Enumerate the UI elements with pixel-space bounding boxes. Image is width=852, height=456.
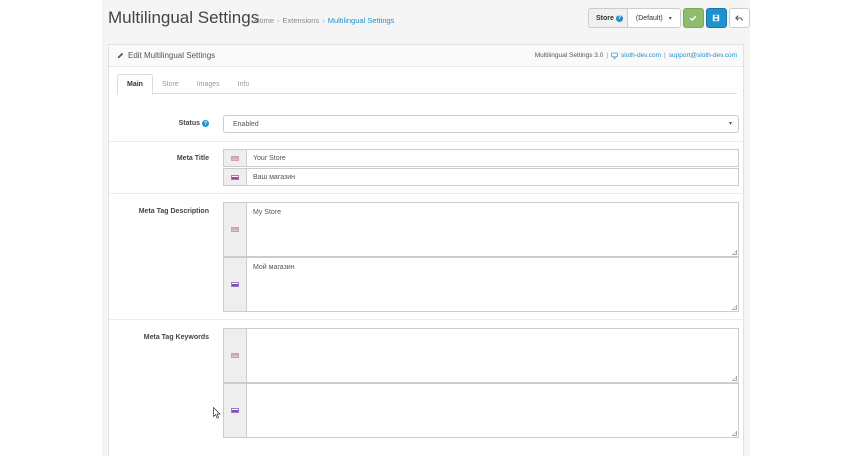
tab-images[interactable]: Images xyxy=(188,74,229,94)
meta-keywords-ru-group xyxy=(223,383,739,438)
flag-ru-addon xyxy=(223,168,246,186)
meta-description-row: Meta Tag Description My Store Мой магази… xyxy=(109,193,745,319)
panel-heading: Edit Multilingual Settings Multilingual … xyxy=(109,45,743,67)
status-select[interactable]: Enabled ▾ xyxy=(223,115,739,133)
site-link[interactable]: sloth-dev.com xyxy=(621,52,661,59)
store-label: Store ? xyxy=(589,9,628,27)
floppy-icon xyxy=(713,14,720,22)
pencil-icon xyxy=(117,52,124,59)
panel-title: Edit Multilingual Settings xyxy=(117,51,215,60)
version-text: Multilingual Settings 3.0 xyxy=(534,52,604,59)
tab-bar: Main Store Images Info xyxy=(117,74,737,95)
flag-en-addon xyxy=(223,202,246,257)
flag-ru-icon xyxy=(231,174,239,180)
help-icon[interactable]: ? xyxy=(202,120,209,127)
tab-info[interactable]: Info xyxy=(229,74,259,94)
panel-info: Multilingual Settings 3.0 | sloth-dev.co… xyxy=(535,52,737,59)
settings-panel: Edit Multilingual Settings Multilingual … xyxy=(108,44,745,456)
meta-title-en-input[interactable]: Your Store xyxy=(246,149,739,167)
meta-description-en-text: My Store xyxy=(253,209,282,216)
meta-keywords-row: Meta Tag Keywords xyxy=(109,319,745,456)
info-separator: | xyxy=(606,52,609,59)
meta-keywords-en-group xyxy=(223,328,739,383)
status-select-value: Enabled xyxy=(233,120,259,128)
meta-title-ru-input[interactable]: Ваш магазин xyxy=(246,168,739,186)
meta-description-ru-textarea[interactable]: Мой магазин xyxy=(246,257,739,312)
flag-en-icon xyxy=(231,155,239,161)
monitor-icon xyxy=(611,52,618,59)
breadcrumb: Home › Extensions › Multilingual Setting… xyxy=(254,16,394,25)
save-button[interactable] xyxy=(682,8,704,28)
page: Multilingual Settings Home › Extensions … xyxy=(102,0,750,456)
page-title: Multilingual Settings xyxy=(108,8,260,27)
flag-en-addon xyxy=(223,328,246,383)
check-icon xyxy=(690,15,697,22)
meta-description-ru-group: Мой магазин xyxy=(223,257,739,312)
store-select[interactable]: (Default) ▾ xyxy=(628,9,680,27)
meta-description-label: Meta Tag Description xyxy=(138,208,209,215)
tab-store[interactable]: Store xyxy=(153,74,188,94)
meta-description-ru-text: Мой магазин xyxy=(253,264,295,271)
meta-keywords-label: Meta Tag Keywords xyxy=(143,334,209,341)
meta-keywords-en-textarea[interactable] xyxy=(246,328,739,383)
resize-handle[interactable] xyxy=(732,376,737,381)
support-link[interactable]: support@sloth-dev.com xyxy=(669,52,737,59)
store-selector: Store ? (Default) ▾ xyxy=(588,8,681,28)
chevron-down-icon: ▾ xyxy=(728,121,732,127)
meta-description-en-textarea[interactable]: My Store xyxy=(246,202,739,257)
flag-en-addon xyxy=(223,149,246,167)
help-icon[interactable]: ? xyxy=(615,14,623,22)
save-and-stay-button[interactable] xyxy=(705,8,727,28)
store-select-value: (Default) xyxy=(635,14,663,22)
store-label-text: Store xyxy=(596,14,614,22)
chevron-down-icon: ▾ xyxy=(668,15,672,22)
page-header: Multilingual Settings Home › Extensions … xyxy=(108,6,750,32)
meta-title-label: Meta Title xyxy=(176,155,209,162)
panel-title-text: Edit Multilingual Settings xyxy=(128,51,216,60)
mouse-cursor-icon xyxy=(213,407,221,419)
flag-en-icon xyxy=(231,353,239,358)
meta-title-en-group: Your Store xyxy=(223,149,739,167)
breadcrumb-current[interactable]: Multilingual Settings xyxy=(328,16,395,25)
status-label-text: Status xyxy=(178,120,200,127)
resize-handle[interactable] xyxy=(732,305,737,310)
flag-ru-icon xyxy=(231,408,239,413)
meta-keywords-ru-textarea[interactable] xyxy=(246,383,739,438)
toolbar: Store ? (Default) ▾ xyxy=(588,8,750,28)
flag-ru-icon xyxy=(231,282,239,287)
reply-icon xyxy=(735,15,744,21)
meta-title-row: Meta Title Your Store Ваш магазин xyxy=(109,141,745,193)
resize-handle[interactable] xyxy=(732,250,737,255)
meta-title-ru-group: Ваш магазин xyxy=(223,168,739,186)
breadcrumb-home[interactable]: Home xyxy=(254,16,274,25)
flag-en-icon xyxy=(231,227,239,232)
flag-ru-addon xyxy=(223,383,246,438)
flag-ru-addon xyxy=(223,257,246,312)
meta-description-en-group: My Store xyxy=(223,202,739,257)
status-row: Status ? Enabled ▾ xyxy=(109,107,745,141)
resize-handle[interactable] xyxy=(732,431,737,436)
status-label: Status ? xyxy=(179,120,209,127)
tab-main[interactable]: Main xyxy=(117,74,153,95)
breadcrumb-extensions[interactable]: Extensions xyxy=(283,16,320,25)
breadcrumb-separator: › xyxy=(277,16,280,25)
breadcrumb-separator: › xyxy=(322,16,325,25)
info-separator: | xyxy=(664,52,666,59)
back-button[interactable] xyxy=(728,8,750,28)
